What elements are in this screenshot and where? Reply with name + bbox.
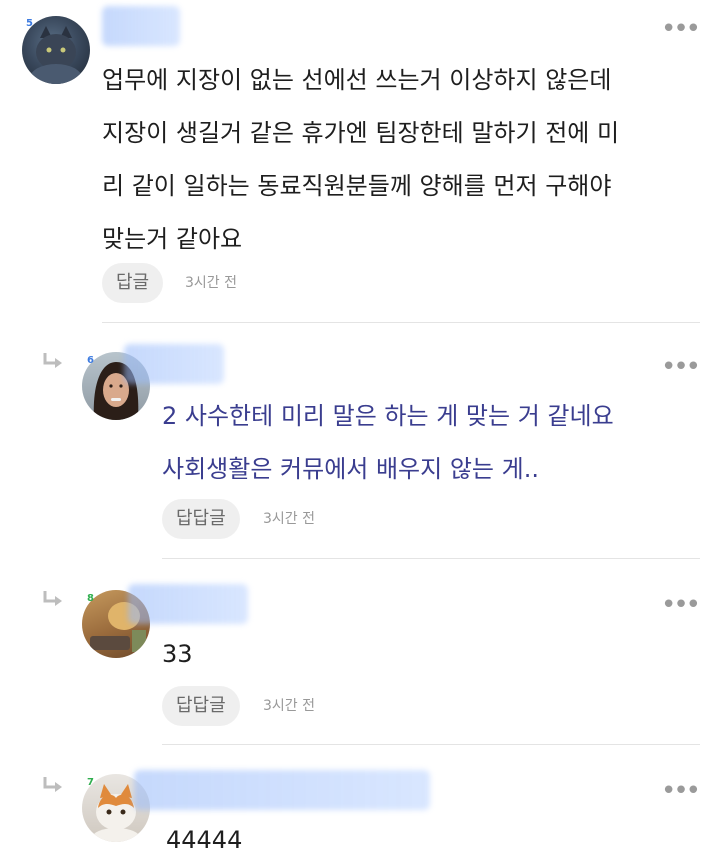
username-redacted[interactable] [128, 584, 248, 624]
level-badge: 8 [87, 593, 94, 604]
divider [162, 558, 700, 559]
level-badge: 6 [87, 355, 94, 366]
level-badge: 7 [87, 777, 94, 788]
more-options-icon[interactable]: ••• [661, 16, 701, 42]
username-redacted[interactable] [102, 6, 180, 46]
reply-arrow-icon [43, 777, 62, 792]
level-badge: 5 [26, 18, 33, 29]
comment-text: 2 사수한테 미리 말은 하는 게 맞는 거 같네요 사회생활은 커뮤에서 배우… [162, 402, 614, 483]
comment-time: 3시간 전 [263, 698, 315, 714]
more-options-icon[interactable]: ••• [661, 778, 701, 804]
comment-text: 33 [162, 640, 193, 668]
divider [102, 322, 700, 323]
comment-text: 업무에 지장이 없는 선에선 쓰는거 이상하지 않은데 지장이 생길거 같은 휴… [102, 66, 620, 253]
divider [162, 744, 700, 745]
comment-text: 44444 [166, 826, 243, 854]
more-options-icon[interactable]: ••• [661, 592, 701, 618]
reply-button[interactable]: 답답글 [162, 686, 240, 726]
reply-arrow-icon [43, 591, 62, 606]
comment-time: 3시간 전 [185, 275, 237, 291]
reply-arrow-icon [43, 353, 62, 368]
reply-button[interactable]: 답글 [102, 263, 164, 303]
comment-time: 3시간 전 [263, 511, 315, 527]
more-options-icon[interactable]: ••• [661, 354, 701, 380]
reply-button[interactable]: 답답글 [162, 499, 240, 539]
username-redacted[interactable] [134, 770, 430, 810]
username-redacted[interactable] [124, 344, 224, 384]
